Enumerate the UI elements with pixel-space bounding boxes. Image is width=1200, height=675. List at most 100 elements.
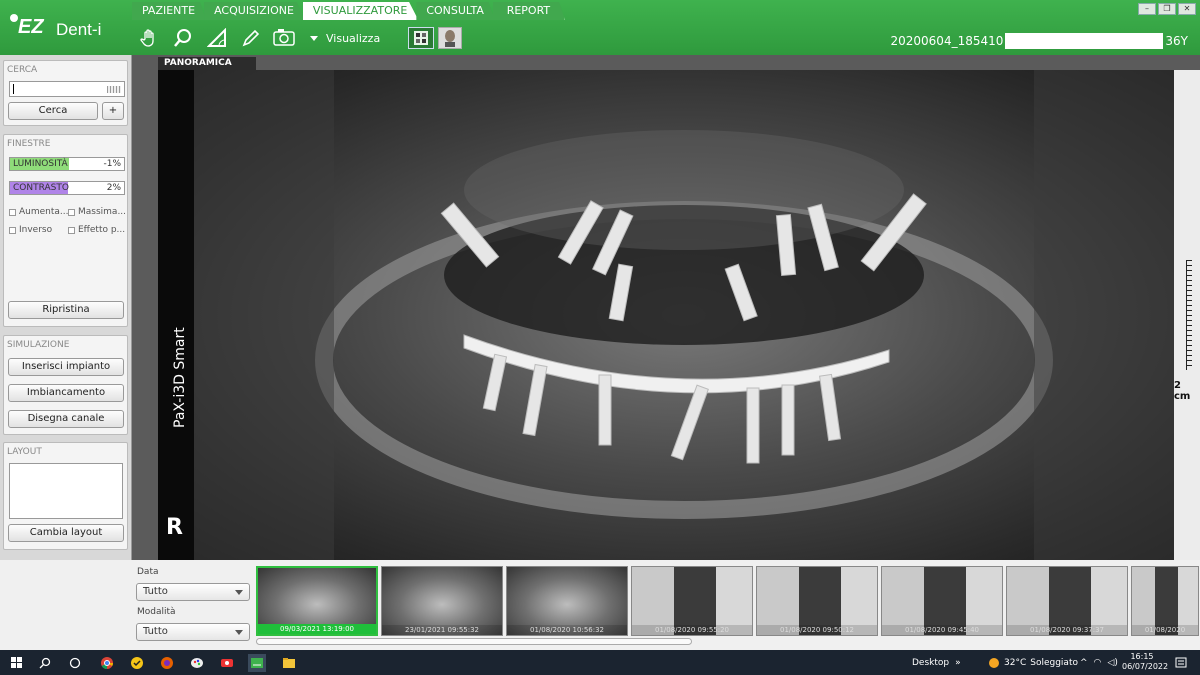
minimize-icon[interactable]: – bbox=[1138, 3, 1156, 15]
panel-simulazione: SIMULAZIONE Inserisci impianto Imbiancam… bbox=[3, 335, 128, 435]
checkbox-inverso[interactable]: Inverso bbox=[9, 225, 52, 235]
windows-start-icon[interactable] bbox=[8, 654, 26, 672]
checkbox-label: Inverso bbox=[19, 225, 53, 235]
clock[interactable]: 16:15 06/07/2022 bbox=[1122, 652, 1169, 672]
thumbnail-date: 01/08/2020 bbox=[1132, 625, 1198, 635]
luminosita-label: LUMINOSITÀ bbox=[13, 159, 68, 169]
notifications-icon[interactable] bbox=[1172, 654, 1190, 672]
add-search-button[interactable]: + bbox=[102, 102, 124, 120]
weather-widget[interactable]: 32°C Soleggiato bbox=[988, 650, 1078, 675]
visualizza-dropdown[interactable]: Visualizza bbox=[310, 32, 380, 45]
restore-icon[interactable]: ❐ bbox=[1158, 3, 1176, 15]
disegna-canale-button[interactable]: Disegna canale bbox=[8, 410, 124, 428]
capture-camera-icon[interactable] bbox=[270, 25, 300, 51]
thumbnail[interactable]: 01/08/2020 09:37:37 bbox=[1006, 566, 1128, 636]
modalita-filter-select[interactable]: Tutto bbox=[136, 623, 250, 641]
file-explorer-icon[interactable] bbox=[280, 654, 298, 672]
clock-date: 06/07/2022 bbox=[1122, 662, 1169, 671]
device-model: PaX-i3D Smart bbox=[172, 327, 188, 428]
contrasto-slider[interactable]: CONTRASTO 2% bbox=[9, 181, 125, 195]
ruler-ticks bbox=[1186, 260, 1192, 370]
tab-visualizzatore[interactable]: VISUALIZZATORE bbox=[302, 2, 419, 20]
thumbnail-date: 01/08/2020 09:50:12 bbox=[757, 625, 877, 635]
image-viewer[interactable]: PANORAMICA PaX-i3D Smart R 2 cm bbox=[132, 55, 1200, 560]
thumbnail[interactable]: 23/01/2021 09:55:32 bbox=[381, 566, 503, 636]
pencil-icon[interactable] bbox=[236, 25, 266, 51]
desktop-label: Desktop bbox=[912, 657, 950, 668]
panel-finestre: FINESTRE LUMINOSITÀ -1% CONTRASTO 2% Aum… bbox=[3, 134, 128, 327]
thumbnail-date: 01/08/2020 09:55:20 bbox=[632, 625, 752, 635]
video-icon[interactable] bbox=[218, 654, 236, 672]
chevron-up-icon[interactable]: ^ bbox=[1080, 658, 1088, 668]
data-filter-label: Data bbox=[137, 567, 159, 577]
thumbnail[interactable]: 01/08/2020 09:50:12 bbox=[756, 566, 878, 636]
firefox-icon[interactable] bbox=[158, 654, 176, 672]
weather-condition: Soleggiato bbox=[1030, 657, 1078, 668]
layout-preview[interactable] bbox=[9, 463, 123, 519]
chevron-down-icon bbox=[235, 590, 243, 595]
patient-name-redacted bbox=[1005, 33, 1164, 49]
tab-consulta[interactable]: CONSULTA bbox=[416, 2, 495, 20]
panoramica-tab[interactable]: PANORAMICA bbox=[158, 57, 256, 70]
checkbox-label: Effetto p... bbox=[78, 225, 126, 235]
checkbox-box bbox=[68, 208, 75, 216]
thumbnail-strip: 09/03/2021 13:19:00 23/01/2021 09:55:32 … bbox=[256, 566, 1199, 636]
orientation-marker: R bbox=[166, 515, 183, 540]
norton-icon[interactable] bbox=[128, 654, 146, 672]
checkbox-massima[interactable]: Massima... bbox=[68, 207, 126, 217]
patient-photo-icon[interactable] bbox=[438, 27, 463, 49]
checkbox-effetto[interactable]: Effetto p... bbox=[68, 225, 125, 235]
inserisci-impianto-button[interactable]: Inserisci impianto bbox=[8, 358, 124, 376]
temperature: 32°C bbox=[1004, 657, 1027, 668]
checkbox-label: Aumenta... bbox=[19, 207, 69, 217]
task-view-icon[interactable] bbox=[66, 654, 84, 672]
tab-paziente[interactable]: PAZIENTE bbox=[132, 2, 207, 20]
scale-ruler: 2 cm bbox=[1174, 70, 1200, 560]
modalita-filter-label: Modalità bbox=[137, 607, 176, 617]
search-input[interactable] bbox=[9, 81, 125, 97]
checkbox-aumenta[interactable]: Aumenta... bbox=[9, 207, 69, 217]
panel-title: SIMULAZIONE bbox=[7, 340, 70, 350]
network-icon[interactable]: ◠ bbox=[1094, 658, 1102, 668]
thumbnail-scrollbar[interactable] bbox=[256, 638, 692, 645]
close-icon[interactable]: ✕ bbox=[1178, 3, 1196, 15]
search-icon[interactable] bbox=[36, 654, 54, 672]
checkbox-box bbox=[68, 226, 75, 234]
desktop-toolbar[interactable]: Desktop » bbox=[912, 650, 961, 675]
compare-layout-icon[interactable] bbox=[408, 27, 435, 49]
checkbox-box bbox=[9, 226, 16, 234]
paint-icon[interactable] bbox=[188, 654, 206, 672]
ezdent-taskbar-icon[interactable] bbox=[248, 654, 266, 672]
thumbnail[interactable]: 01/08/2020 09:55:20 bbox=[631, 566, 753, 636]
thumbnail[interactable]: 01/08/2020 10:56:32 bbox=[506, 566, 628, 636]
luminosita-slider[interactable]: LUMINOSITÀ -1% bbox=[9, 157, 125, 171]
data-filter-select[interactable]: Tutto bbox=[136, 583, 250, 601]
keyboard-icon[interactable] bbox=[107, 86, 121, 93]
left-sidebar: CERCA Cerca + FINESTRE LUMINOSITÀ -1% CO… bbox=[0, 55, 132, 560]
tab-acquisizione[interactable]: ACQUISIZIONE bbox=[204, 2, 305, 20]
luminosita-value: -1% bbox=[103, 159, 121, 169]
contrasto-label: CONTRASTO bbox=[13, 183, 69, 193]
system-tray: ^ ◠ ◁) bbox=[1080, 650, 1118, 675]
chrome-icon[interactable] bbox=[98, 654, 116, 672]
thumbnail[interactable]: 01/08/2020 bbox=[1131, 566, 1199, 636]
panel-title: FINESTRE bbox=[7, 139, 51, 149]
angle-measure-icon[interactable] bbox=[202, 25, 232, 51]
thumbnail[interactable]: 01/08/2020 09:45:40 bbox=[881, 566, 1003, 636]
pan-hand-icon[interactable] bbox=[134, 25, 164, 51]
tab-report[interactable]: REPORT bbox=[492, 2, 565, 20]
cerca-button[interactable]: Cerca bbox=[8, 102, 98, 120]
clock-time: 16:15 bbox=[1130, 652, 1154, 661]
panel-layout: LAYOUT Cambia layout bbox=[3, 442, 128, 550]
imbiancamento-button[interactable]: Imbiancamento bbox=[8, 384, 124, 402]
thumbnail-date: 01/08/2020 10:56:32 bbox=[507, 625, 627, 635]
thumbnail[interactable]: 09/03/2021 13:19:00 bbox=[256, 566, 378, 636]
volume-icon[interactable]: ◁) bbox=[1107, 658, 1117, 668]
text-cursor bbox=[13, 84, 14, 94]
zoom-magnifier-icon[interactable] bbox=[168, 25, 198, 51]
ripristina-button[interactable]: Ripristina bbox=[8, 301, 124, 319]
app-logo: EZ Dent-i bbox=[8, 10, 126, 46]
visualizza-label: Visualizza bbox=[326, 31, 381, 45]
cambia-layout-button[interactable]: Cambia layout bbox=[8, 524, 124, 542]
panoramic-xray-image[interactable] bbox=[194, 70, 1174, 560]
